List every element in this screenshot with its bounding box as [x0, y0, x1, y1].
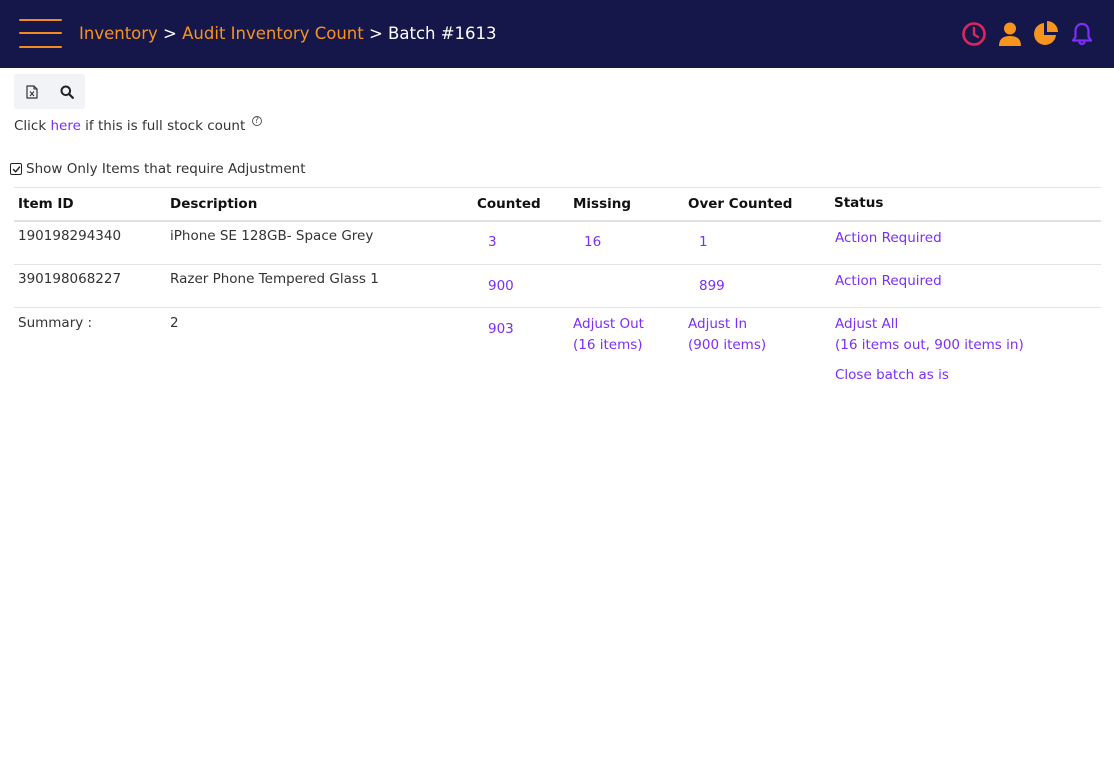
breadcrumb-current: Batch #1613 — [388, 24, 497, 43]
header-description: Description — [170, 196, 258, 212]
adjust-out-label: Adjust Out — [573, 316, 644, 332]
breadcrumb-separator: > — [157, 24, 183, 43]
menu-icon[interactable] — [19, 19, 62, 48]
table-top-border — [14, 187, 1101, 188]
row2-status-action-required[interactable]: Action Required — [835, 271, 942, 292]
row1-item-id: 190198294340 — [18, 228, 122, 244]
row1-missing: 16 — [584, 234, 602, 250]
header-over-counted: Over Counted — [688, 196, 793, 212]
top-bar: Inventory > Audit Inventory Count > Batc… — [0, 0, 1114, 68]
breadcrumb-separator: > — [363, 24, 389, 43]
row2-over-counted: 899 — [699, 278, 725, 294]
full-stock-count-note: Click here if this is full stock count ? — [14, 116, 262, 135]
clock-icon[interactable] — [960, 20, 988, 48]
excel-export-icon — [25, 84, 38, 99]
header-item-id: Item ID — [18, 196, 74, 212]
header-status: Status — [834, 195, 884, 211]
adjustment-filter-checkbox[interactable] — [10, 163, 22, 175]
row1-description: iPhone SE 128GB- Space Grey — [170, 228, 374, 244]
adjust-in-detail: (900 items) — [688, 337, 767, 353]
adjust-out-detail: (16 items) — [573, 337, 643, 353]
row-divider — [14, 264, 1101, 265]
header-counted: Counted — [477, 196, 541, 212]
row2-item-id: 390198068227 — [18, 271, 122, 287]
row1-over-counted: 1 — [699, 234, 708, 250]
row-divider — [14, 307, 1101, 308]
summary-counted: 903 — [488, 321, 514, 337]
breadcrumb-inventory[interactable]: Inventory — [79, 24, 158, 43]
row1-counted: 3 — [488, 234, 497, 250]
breadcrumb: Inventory > Audit Inventory Count > Batc… — [79, 22, 497, 46]
close-batch-link[interactable]: Close batch as is — [835, 365, 949, 386]
bell-icon[interactable] — [1068, 20, 1096, 48]
summary-count: 2 — [170, 315, 179, 331]
adjustment-filter: Show Only Items that require Adjustment — [10, 160, 306, 178]
full-count-suffix: if this is full stock count — [80, 118, 246, 134]
adjust-in-label: Adjust In — [688, 316, 748, 332]
adjustment-filter-label: Show Only Items that require Adjustment — [26, 161, 306, 177]
toolbar — [14, 74, 85, 109]
full-count-here-link[interactable]: here — [50, 118, 80, 134]
search-button[interactable] — [49, 74, 84, 109]
adjust-in-link[interactable]: Adjust In (900 items) — [688, 314, 766, 356]
header-missing: Missing — [573, 196, 632, 212]
row1-status-action-required[interactable]: Action Required — [835, 228, 942, 249]
checkmark-icon — [12, 165, 20, 172]
adjust-all-link[interactable]: Adjust All (16 items out, 900 items in) — [835, 314, 1024, 356]
help-icon[interactable]: ? — [251, 116, 262, 126]
header-divider — [14, 220, 1101, 222]
excel-export-button[interactable] — [14, 74, 49, 109]
summary-label: Summary : — [18, 315, 93, 331]
full-count-prefix: Click — [14, 118, 51, 134]
row2-description: Razer Phone Tempered Glass 1 — [170, 271, 379, 287]
header-icons — [952, 20, 1096, 48]
row2-counted: 900 — [488, 278, 514, 294]
user-icon[interactable] — [996, 20, 1024, 48]
adjust-all-detail: (16 items out, 900 items in) — [835, 337, 1024, 353]
breadcrumb-audit-inventory-count[interactable]: Audit Inventory Count — [182, 24, 364, 43]
pie-chart-icon[interactable] — [1032, 20, 1060, 48]
adjust-all-label: Adjust All — [835, 316, 899, 332]
search-icon — [60, 85, 74, 99]
adjust-out-link[interactable]: Adjust Out (16 items) — [573, 314, 644, 356]
